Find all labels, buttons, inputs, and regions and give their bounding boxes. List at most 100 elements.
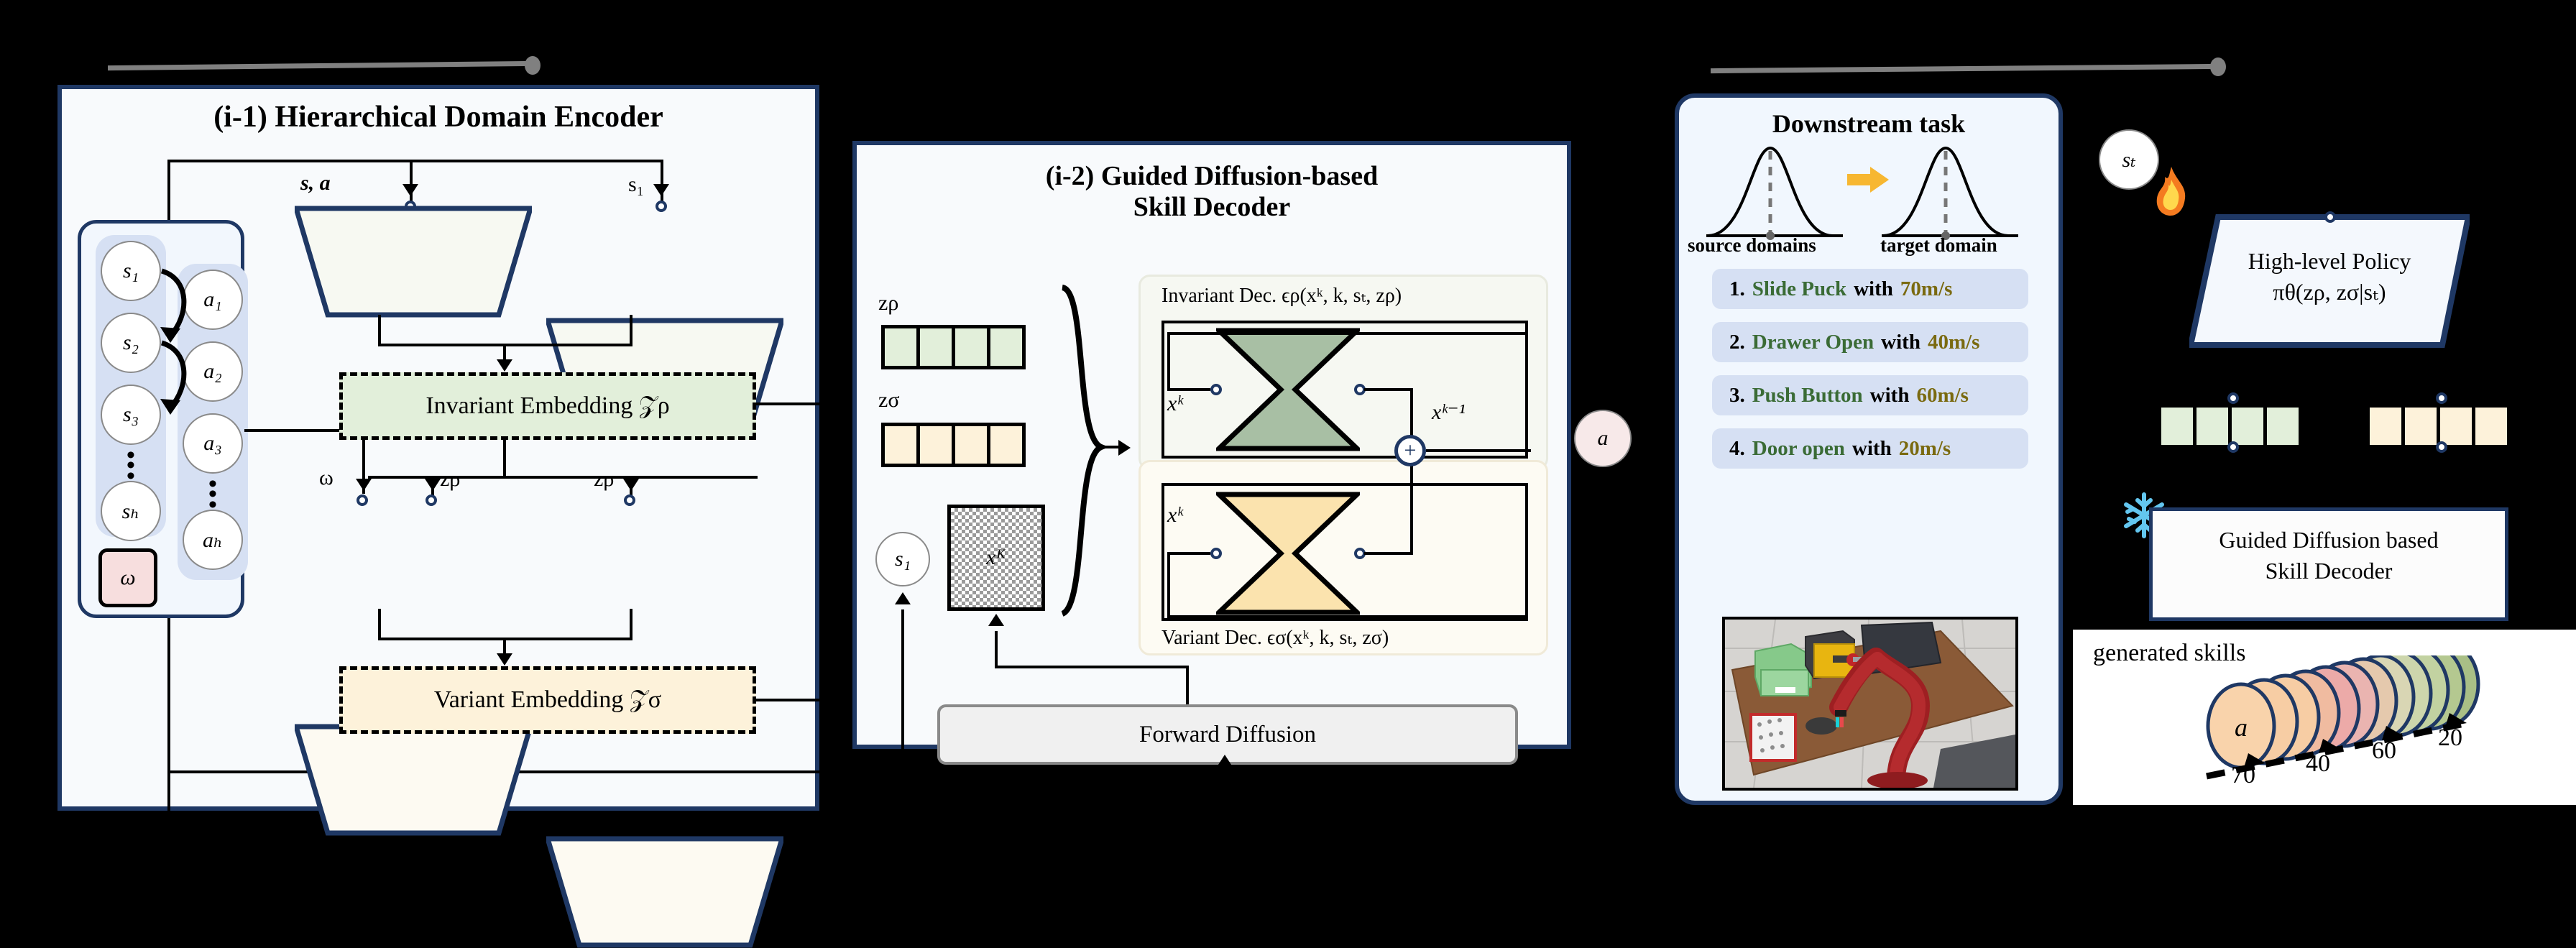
task-1-name: Slide Puck bbox=[1752, 277, 1847, 300]
action-output-token: a bbox=[1574, 410, 1632, 467]
wire-vardec-out bbox=[1364, 552, 1413, 555]
arrow-zrho-b-down bbox=[623, 479, 639, 491]
zsigma-cell-2 bbox=[920, 426, 955, 464]
variant-prior-block: Variant Pri. pσ(zσ|zρ) bbox=[546, 836, 2576, 948]
action-ellipsis: • • • bbox=[208, 471, 217, 518]
task-row-2[interactable]: 2. Drawer Open with 40m/s bbox=[1712, 322, 2028, 362]
task-4-name: Door open bbox=[1752, 436, 1845, 460]
port-variant-dec-in bbox=[1210, 548, 1222, 559]
decoder-state-s1: s₁ bbox=[875, 532, 930, 586]
wire-emb-down bbox=[503, 440, 506, 477]
port-policy-zsigma-bottom bbox=[2436, 441, 2447, 453]
task-3-number: 3. bbox=[1729, 383, 1745, 407]
wire-xk-top-in bbox=[1167, 388, 1210, 391]
policy-title: High-level Policy bbox=[2248, 248, 2411, 274]
wire-inv-pri-out bbox=[630, 315, 632, 345]
label-zsigma-vec: zσ bbox=[878, 388, 900, 412]
task-row-1[interactable]: 1. Slide Puck with 70m/s bbox=[1712, 269, 2028, 309]
wire-xk-top-bus bbox=[1167, 332, 1527, 335]
variant-decoder-label: Variant Dec. ϵσ(xᵏ, k, sₜ, zσ) bbox=[1162, 627, 1389, 649]
label-s-a: s, a bbox=[300, 171, 331, 195]
wire-brace-to-dec bbox=[1103, 446, 1124, 448]
policy-zsigma-cell-3 bbox=[2440, 408, 2475, 445]
port-invariant-pri bbox=[656, 201, 667, 212]
variant-encoder-line1: Variant Enc. bbox=[1529, 754, 1637, 778]
zrho-vector bbox=[881, 325, 1026, 369]
fire-icon bbox=[2156, 167, 2186, 216]
frozen-decoder-line1: Guided Diffusion based bbox=[2219, 527, 2439, 553]
action-node-ah: aₕ bbox=[183, 510, 243, 570]
zrho-cell-1 bbox=[885, 328, 920, 366]
pointer-dot-right bbox=[2210, 57, 2226, 76]
state-node-sh: sₕ bbox=[101, 481, 161, 541]
task-row-4[interactable]: 4. Door open with 20m/s bbox=[1712, 428, 2028, 469]
pointer-dot-left bbox=[525, 56, 540, 75]
skill-tick-70: 70 bbox=[2231, 762, 2255, 788]
high-level-policy-text: High-level Policy πθ(zρ, zσ|sₜ) bbox=[2189, 246, 2470, 308]
wire-top-bus bbox=[167, 160, 663, 162]
arrow-omega-down bbox=[356, 479, 372, 491]
decoder-title-line1: (i-2) Guided Diffusion-based bbox=[1045, 161, 1379, 191]
invariant-embedding-box: Invariant Embedding 𝒵ρ bbox=[339, 372, 756, 440]
noise-patch-label: xᴷ bbox=[985, 546, 1007, 569]
arrow-s1-up bbox=[895, 592, 911, 604]
target-domain-distribution bbox=[1882, 146, 2018, 240]
action-node-a1: a₁ bbox=[183, 270, 243, 330]
task-2-value: 40m/s bbox=[1927, 330, 1980, 354]
sum-node: + bbox=[1394, 435, 1426, 466]
policy-zrho-cell-4 bbox=[2267, 408, 2299, 445]
policy-zrho-cell-2 bbox=[2196, 408, 2232, 445]
wire-xk-bot-riser bbox=[1167, 552, 1170, 615]
omega-token: ω bbox=[98, 548, 157, 607]
action-node-a3: a₃ bbox=[183, 413, 243, 474]
task-4-with: with bbox=[1852, 436, 1892, 460]
wire-sum-out bbox=[1426, 449, 1531, 452]
port-high-level-policy bbox=[2324, 211, 2336, 223]
generated-skill-action-label: a bbox=[2235, 713, 2248, 742]
task-row-3[interactable]: 3. Push Button with 60m/s bbox=[1712, 375, 2028, 415]
task-3-with: with bbox=[1869, 383, 1910, 407]
wire-invdec-out bbox=[1364, 388, 1413, 391]
wire-var-pri-out bbox=[630, 609, 632, 639]
port-variant-pri-zrho bbox=[624, 494, 635, 506]
invariant-decoder-label: Invariant Dec. ϵρ(xᵏ, k, sₜ, zρ) bbox=[1162, 285, 1402, 307]
zrho-cell-4 bbox=[990, 328, 1022, 366]
task-1-value: 70m/s bbox=[1900, 277, 1953, 300]
noise-patch-xK: xᴷ bbox=[947, 505, 1045, 611]
source-domains-label: source domains bbox=[1688, 234, 1816, 256]
arrow-var-to-emb bbox=[497, 653, 512, 666]
label-xk-bottom: xᵏ bbox=[1167, 503, 1183, 527]
port-invariant-dec-in bbox=[1210, 384, 1222, 395]
arrow-inv-to-emb bbox=[497, 359, 512, 372]
label-omega-in: ω bbox=[319, 466, 334, 489]
port-policy-zsigma-top bbox=[2436, 392, 2447, 404]
action-node-a2: a₂ bbox=[183, 341, 243, 402]
zrho-cell-3 bbox=[955, 328, 990, 366]
variant-prior-line1: Variant Pri. bbox=[1785, 866, 1884, 891]
label-zrho-b: zρ bbox=[594, 467, 615, 491]
zsigma-cell-3 bbox=[955, 426, 990, 464]
arrow-zrho-a-down bbox=[425, 479, 441, 491]
wire-xK-up bbox=[995, 631, 998, 668]
state-node-s3: s₃ bbox=[101, 385, 161, 445]
label-xk-top: xᵏ bbox=[1167, 392, 1183, 415]
frozen-skill-decoder-text: Guided Diffusion based Skill Decoder bbox=[2149, 525, 2508, 586]
wire-vardec-out-rise bbox=[1410, 466, 1413, 553]
wire-invdec-out-drop bbox=[1410, 388, 1413, 440]
wire-var-enc-out bbox=[378, 609, 381, 639]
wire-inv-emb-riser bbox=[838, 364, 841, 405]
generated-skills-discs: a bbox=[2206, 655, 2480, 780]
state-action-sequence: s₁ s₂ s₃ • • • sₕ a₁ a₂ a₃ • • • aₕ ω bbox=[78, 220, 248, 618]
wire-xk-bot-bus bbox=[1167, 615, 1527, 618]
zrho-cell-2 bbox=[920, 328, 955, 366]
policy-zsigma-cell-2 bbox=[2405, 408, 2440, 445]
state-ellipsis: • • • bbox=[126, 442, 135, 489]
task-2-number: 2. bbox=[1729, 330, 1745, 354]
skill-tick-20: 20 bbox=[2438, 724, 2462, 751]
wire-s1-up bbox=[901, 609, 904, 753]
policy-zrho-cell-1 bbox=[2161, 408, 2196, 445]
task-1-number: 1. bbox=[1729, 277, 1745, 300]
variant-encoder-line2: qσ(zσ|zρ, ω) bbox=[1529, 781, 1637, 804]
pointer-line-left bbox=[107, 60, 534, 71]
zsigma-vector bbox=[881, 423, 1026, 467]
